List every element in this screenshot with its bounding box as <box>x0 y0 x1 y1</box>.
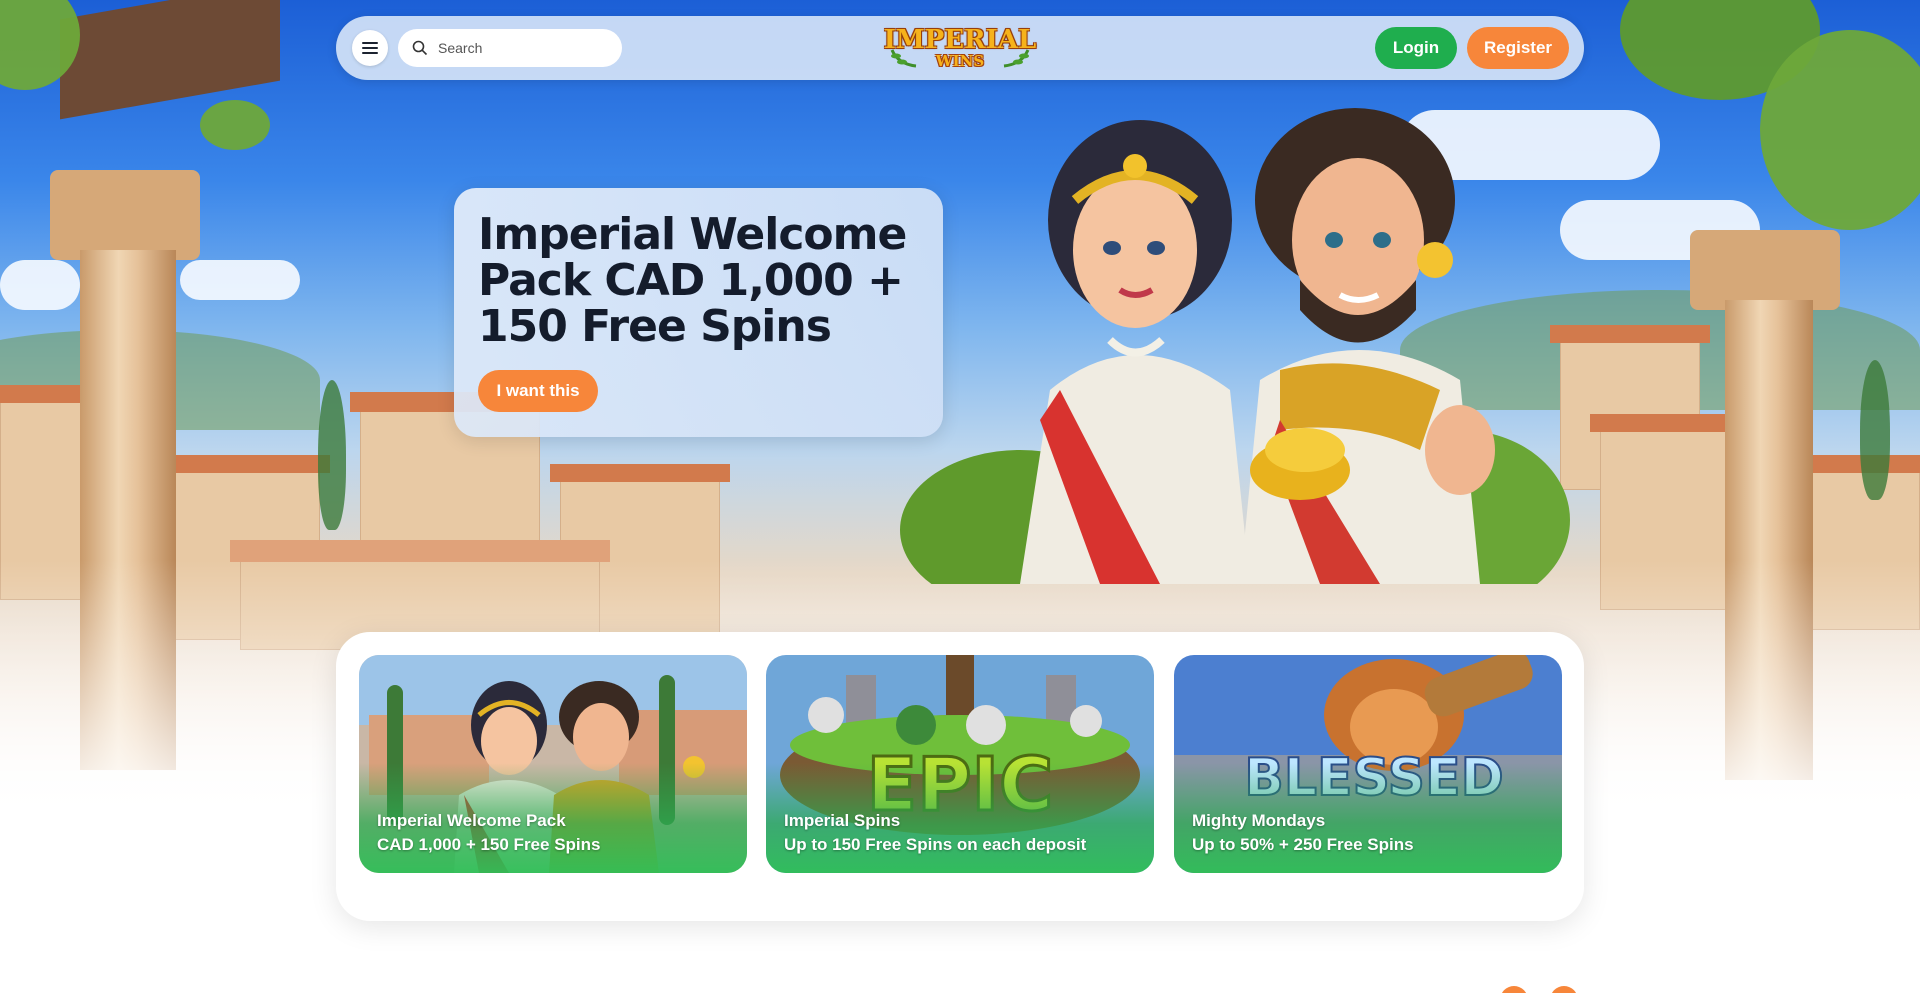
promo-title: Imperial Spins <box>784 811 901 830</box>
promo-subtitle: Up to 50% + 250 Free Spins <box>1192 835 1414 854</box>
roof <box>160 455 330 473</box>
promo-subtitle: CAD 1,000 + 150 Free Spins <box>377 835 601 854</box>
foliage <box>200 100 270 150</box>
promo-card-imperial-spins[interactable]: EPIC Imperial Spins Up to 150 Free Spins… <box>766 655 1154 873</box>
laurel-left-icon <box>890 49 917 68</box>
top-navigation-bar: IMPERIAL WINS Login Register <box>336 16 1584 80</box>
promo-card-mighty-mondays[interactable]: BLESSED Mighty Mondays Up to 50% + 250 F… <box>1174 655 1562 873</box>
promo-card-welcome-pack[interactable]: Imperial Welcome Pack CAD 1,000 + 150 Fr… <box>359 655 747 873</box>
i-want-this-button[interactable]: I want this <box>478 370 598 412</box>
foliage <box>1760 30 1920 230</box>
hero-characters-illustration <box>900 108 1570 584</box>
promo-subtitle: Up to 150 Free Spins on each deposit <box>784 835 1087 854</box>
search-input[interactable] <box>438 29 614 67</box>
menu-button[interactable] <box>352 30 388 66</box>
promo-card-text: Mighty Mondays Up to 50% + 250 Free Spin… <box>1192 809 1552 857</box>
promotions-panel: Imperial Welcome Pack CAD 1,000 + 150 Fr… <box>336 632 1584 921</box>
register-button[interactable]: Register <box>1467 27 1569 69</box>
promo-title: Imperial Welcome Pack <box>377 811 566 830</box>
search-icon <box>412 40 428 56</box>
promo-card-text: Imperial Spins Up to 150 Free Spins on e… <box>784 809 1144 857</box>
roof <box>550 464 730 482</box>
hero-offer-card: Imperial Welcome Pack CAD 1,000 + 150 Fr… <box>454 188 943 437</box>
column-capital <box>50 170 200 260</box>
cloud <box>180 260 300 300</box>
carousel-arrow-left[interactable] <box>1500 986 1528 993</box>
logo-text-wins: WINS <box>935 52 985 70</box>
cypress-tree <box>1860 360 1890 500</box>
search-bar <box>398 29 622 67</box>
cloud <box>0 260 80 310</box>
column-capital <box>1690 230 1840 310</box>
laurel-right-icon <box>1003 49 1030 68</box>
hamburger-menu-icon <box>362 41 378 55</box>
cypress-tree <box>318 380 346 530</box>
imperial-wins-logo[interactable]: IMPERIAL WINS <box>882 22 1038 74</box>
roof <box>230 540 610 562</box>
promo-card-text: Imperial Welcome Pack CAD 1,000 + 150 Fr… <box>377 809 737 857</box>
login-button[interactable]: Login <box>1375 27 1457 69</box>
promo-title: Mighty Mondays <box>1192 811 1326 830</box>
hero-title: Imperial Welcome Pack CAD 1,000 + 150 Fr… <box>478 209 907 352</box>
carousel-arrow-right[interactable] <box>1550 986 1578 993</box>
